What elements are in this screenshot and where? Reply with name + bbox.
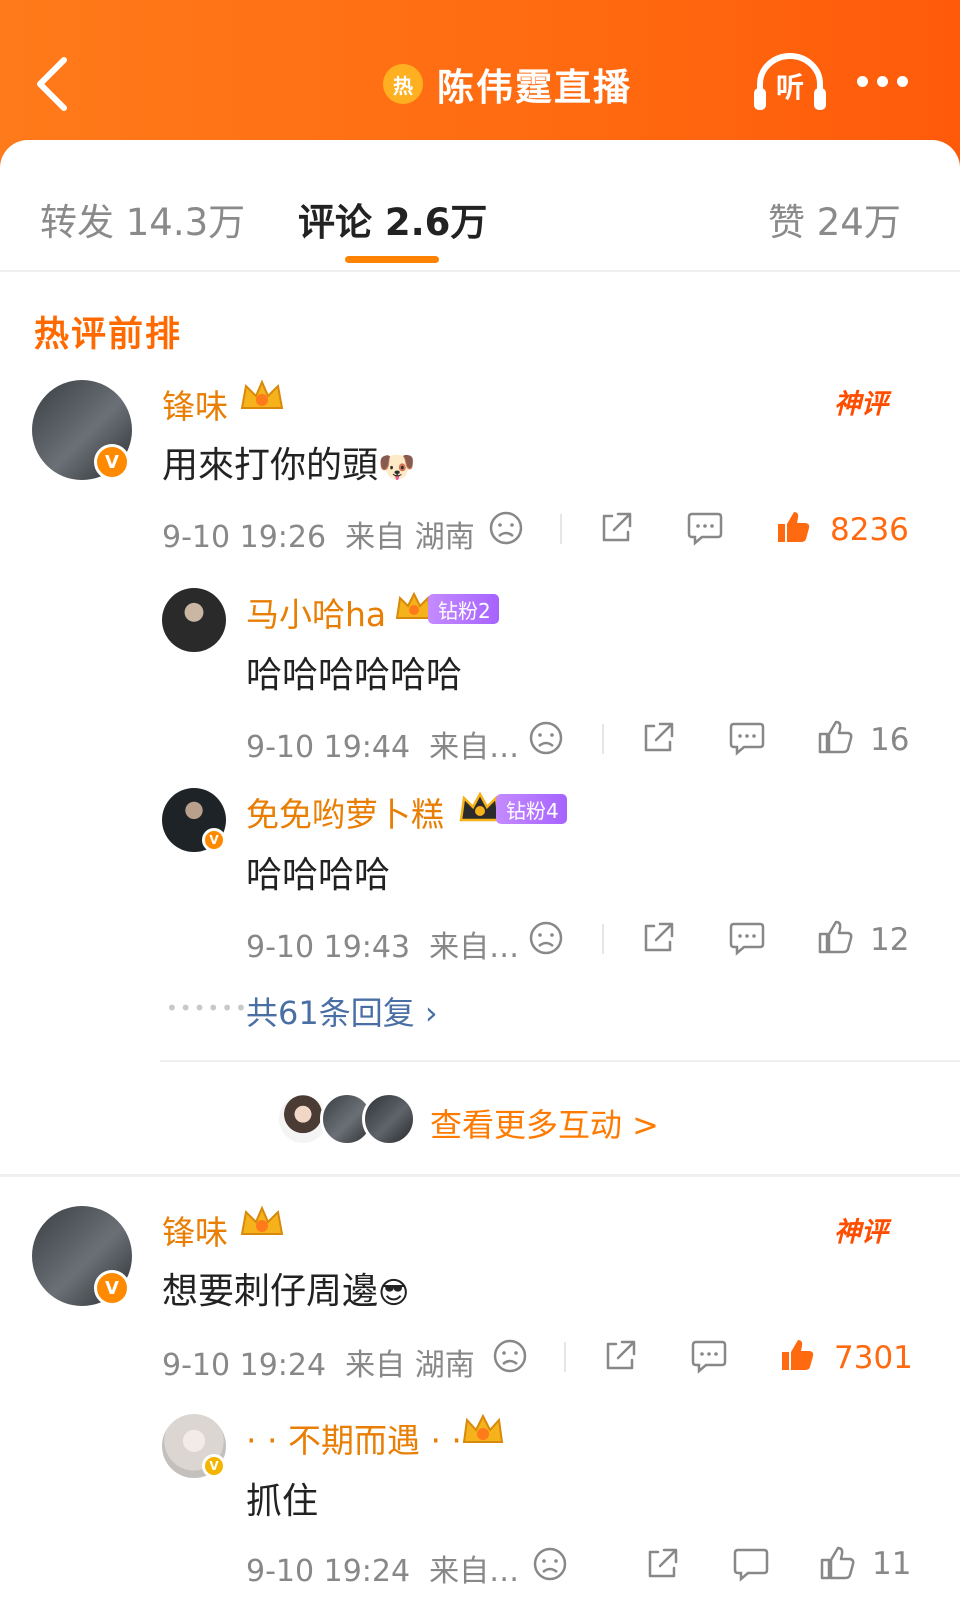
reply-text: 哈哈哈哈 (246, 855, 391, 896)
comment-meta: 9-10 19:26 来自 湖南 (162, 512, 475, 556)
thumbs-up-icon[interactable] (774, 508, 812, 546)
more-replies-link[interactable]: 共61条回复 › (246, 988, 438, 1034)
share-icon[interactable] (640, 720, 676, 756)
sad-face-icon[interactable] (492, 1338, 528, 1374)
like-count: 16 (870, 722, 910, 758)
verified-badge-icon: V (94, 1270, 130, 1306)
listen-label: 听 (775, 71, 804, 104)
dog-emoji-icon: 🐶 (378, 450, 416, 485)
reply-meta: 9-10 19:43 来自… (246, 922, 519, 966)
reply-meta: 9-10 19:44 来自… (246, 722, 519, 766)
avatar[interactable] (162, 588, 226, 652)
like-count: 7301 (834, 1340, 913, 1376)
tab-likes[interactable]: 赞 24万 (768, 192, 901, 246)
comment-bubble-icon[interactable] (732, 1546, 770, 1582)
comment-username[interactable]: 锋味 (162, 1206, 228, 1254)
reply-meta: 9-10 19:24 来自… (246, 1546, 519, 1590)
comment-divider (160, 1060, 960, 1062)
crown-badge-icon (240, 379, 284, 409)
action-separator (564, 1342, 566, 1372)
title-group[interactable]: 热 陈伟霆直播 (383, 58, 632, 110)
share-icon[interactable] (644, 1546, 680, 1582)
comment-location: 来自 湖南 (345, 1348, 475, 1383)
section-title: 热评前排 (34, 315, 183, 355)
avatar (362, 1092, 416, 1146)
thumbs-up-icon[interactable] (816, 718, 854, 756)
reply-dots-divider: •••••• (166, 996, 249, 1020)
sad-face-icon[interactable] (528, 720, 564, 756)
action-separator (602, 724, 604, 754)
comment-bubble-icon[interactable] (728, 720, 766, 756)
thumbs-up-icon[interactable] (818, 1544, 856, 1582)
comment-bubble-icon[interactable] (728, 920, 766, 956)
share-icon[interactable] (598, 510, 634, 546)
comment-bubble-icon[interactable] (690, 1338, 728, 1374)
tab-comments[interactable]: 评论 2.6万 (298, 192, 487, 246)
section-divider (0, 1174, 960, 1177)
reply-location: 来自… (429, 730, 520, 765)
comment-location: 来自 湖南 (345, 520, 475, 555)
comment-text: 想要刺仔周邊😎 (162, 1271, 410, 1312)
reply-username[interactable]: 马小哈ha (246, 588, 386, 636)
view-more-interactions-link[interactable]: 查看更多互动 > (430, 1100, 659, 1146)
thumbs-up-icon[interactable] (778, 1336, 816, 1374)
reply-time: 9-10 19:24 (246, 1554, 411, 1589)
content-card (0, 140, 960, 1609)
comment-time: 9-10 19:24 (162, 1348, 327, 1383)
share-icon[interactable] (640, 920, 676, 956)
more-dots-icon[interactable] (857, 76, 908, 87)
tab-bar: 转发 14.3万 评论 2.6万 赞 24万 (0, 144, 960, 274)
verified-badge-icon: V (94, 444, 130, 480)
reply-text: 抓住 (246, 1481, 319, 1522)
crown-badge-icon (240, 1205, 284, 1235)
like-count: 11 (872, 1546, 912, 1582)
fan-level-badge: 钻粉4 (496, 794, 567, 824)
action-separator (602, 924, 604, 954)
hot-fire-icon: 热 (383, 64, 423, 104)
tab-active-indicator (345, 256, 439, 263)
sad-face-icon[interactable] (532, 1546, 568, 1582)
reply-text: 哈哈哈哈哈哈 (246, 655, 463, 696)
back-arrow-icon[interactable] (34, 56, 74, 112)
fan-level-badge: 钻粉2 (428, 594, 499, 624)
reply-username[interactable]: 免免哟萝卜糕 (246, 788, 444, 836)
page-title: 陈伟霆直播 (437, 66, 632, 109)
god-comment-tag: 神评 (834, 1217, 888, 1248)
comment-username[interactable]: 锋味 (162, 380, 228, 428)
reply-location: 来自… (429, 1554, 520, 1589)
sad-face-icon[interactable] (488, 510, 524, 546)
verified-badge-icon: V (202, 1454, 226, 1478)
listen-button[interactable]: 听 (752, 52, 828, 114)
comment-bubble-icon[interactable] (686, 510, 724, 546)
tab-repost[interactable]: 转发 14.3万 (40, 192, 245, 246)
crown-badge-icon (462, 1413, 504, 1443)
thumbs-up-icon[interactable] (816, 918, 854, 956)
god-comment-tag: 神评 (834, 389, 888, 420)
sad-face-icon[interactable] (528, 920, 564, 956)
comment-text: 用來打你的頭🐶 (162, 445, 416, 486)
cool-face-emoji-icon: 😎 (378, 1276, 410, 1311)
action-separator (560, 514, 562, 544)
like-count: 8236 (830, 512, 909, 548)
reply-location: 来自… (429, 930, 520, 965)
comment-meta: 9-10 19:24 来自 湖南 (162, 1340, 475, 1384)
verified-badge-icon: V (202, 828, 226, 852)
reply-time: 9-10 19:43 (246, 930, 411, 965)
reply-username[interactable]: · · 不期而遇 · · (246, 1414, 462, 1462)
like-count: 12 (870, 922, 910, 958)
comment-time: 9-10 19:26 (162, 520, 327, 555)
tabs-divider (0, 270, 960, 272)
share-icon[interactable] (602, 1338, 638, 1374)
reply-time: 9-10 19:44 (246, 730, 411, 765)
